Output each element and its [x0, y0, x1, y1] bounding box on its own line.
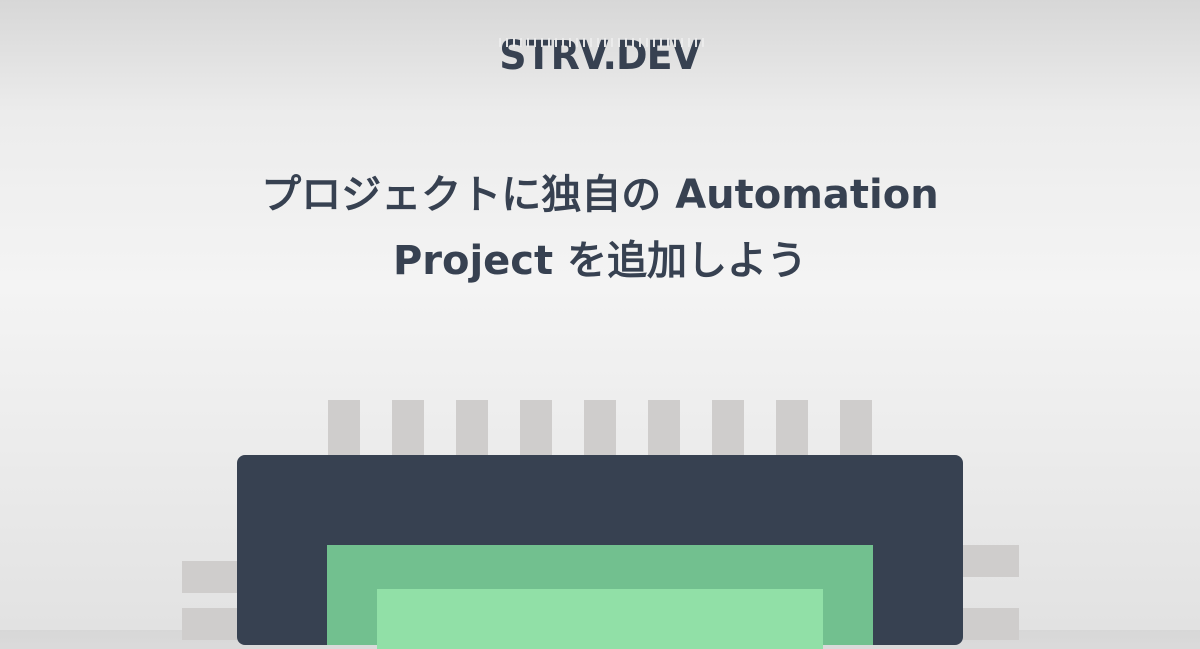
chip-die-inner: [377, 589, 823, 649]
chip-pin-top: [584, 400, 616, 456]
chip-pin-top: [392, 400, 424, 456]
microchip-icon: [0, 0, 1200, 649]
chip-pin-top: [712, 400, 744, 456]
chip-pin-top: [776, 400, 808, 456]
chip-pin-top: [648, 400, 680, 456]
chip-pin-top: [520, 400, 552, 456]
chip-pin-left: [182, 608, 237, 640]
chip-pin-top: [840, 400, 872, 456]
chip-pin-right: [963, 608, 1019, 640]
chip-pin-left: [182, 561, 237, 593]
chip-pin-right: [963, 545, 1019, 577]
chip-pin-top: [456, 400, 488, 456]
chip-pin-top: [328, 400, 360, 456]
